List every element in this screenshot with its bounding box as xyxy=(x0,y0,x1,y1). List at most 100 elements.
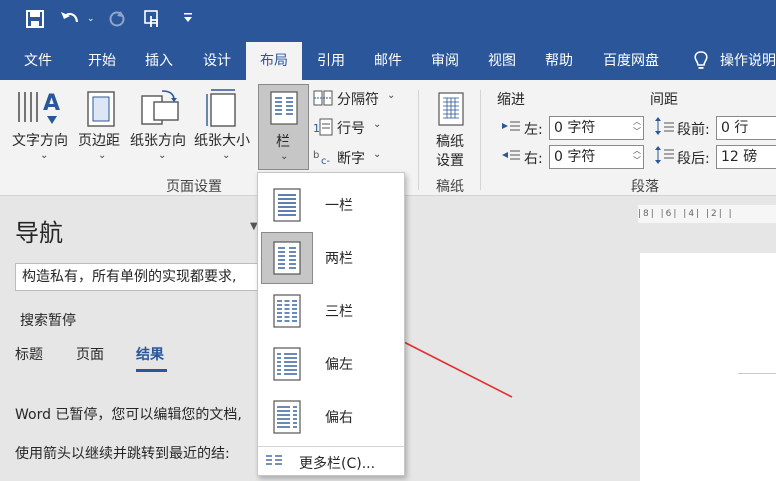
tab-mailings[interactable]: 邮件 xyxy=(360,42,416,80)
nav-search-status: 搜索暂停 xyxy=(20,313,76,329)
three-columns-icon xyxy=(261,285,313,337)
chevron-down-icon[interactable]: ⌄ xyxy=(387,90,395,101)
group-separator xyxy=(418,90,419,190)
tab-layout[interactable]: 布局 xyxy=(246,42,302,80)
nav-title: 导航 xyxy=(15,219,63,247)
indent-right-label: 右: xyxy=(524,151,543,167)
breaks-icon[interactable] xyxy=(313,90,333,110)
spinner-arrows-icon[interactable]: ︿ ﹀ xyxy=(633,146,641,166)
undo-dropdown-icon[interactable]: ⌄ xyxy=(87,14,95,24)
line-numbers-button[interactable]: 行号 xyxy=(337,118,365,138)
manuscript-icon[interactable] xyxy=(438,92,464,130)
chevron-down-icon[interactable]: ⌄ xyxy=(98,150,106,161)
spacing-before-input[interactable]: 0 行 xyxy=(716,116,776,140)
tab-file[interactable]: 文件 xyxy=(10,42,66,80)
tab-review[interactable]: 审阅 xyxy=(417,42,473,80)
orientation-button[interactable]: 纸张方向 xyxy=(130,130,186,150)
chevron-down-icon[interactable]: ⌄ xyxy=(373,119,381,130)
svg-text:b: b xyxy=(313,150,319,161)
nav-message-hint: 使用箭头以继续并跳转到最近的结: xyxy=(15,446,230,462)
svg-text:c-: c- xyxy=(321,156,330,166)
tab-view[interactable]: 视图 xyxy=(474,42,530,80)
hyphenation-button[interactable]: 断字 xyxy=(337,148,365,168)
menu-divider xyxy=(258,446,404,447)
redo-icon[interactable] xyxy=(108,10,126,28)
chevron-down-icon: ⌄ xyxy=(280,151,289,162)
menu-item-three-columns[interactable]: 三栏 xyxy=(261,285,403,337)
indent-right-input[interactable]: 0 字符 ︿ ﹀ xyxy=(549,145,644,169)
ribbon-tabs: 文件 开始 插入 设计 布局 引用 邮件 审阅 视图 帮助 百度网盘 操作说明 xyxy=(0,42,776,80)
spacing-before-icon xyxy=(654,116,674,140)
indent-heading: 缩进 xyxy=(497,92,525,108)
one-column-icon xyxy=(261,179,313,231)
columns-label: 栏 xyxy=(276,134,290,150)
spacing-after-icon xyxy=(654,145,674,169)
chevron-down-icon[interactable]: ⌄ xyxy=(158,150,166,161)
page-size-icon[interactable] xyxy=(205,88,241,132)
left-column-icon xyxy=(261,338,313,390)
more-columns-label: 更多栏(C)... xyxy=(299,456,376,472)
two-columns-icon xyxy=(261,232,313,284)
horizontal-ruler[interactable]: |8| |6| |4| |2| | xyxy=(638,205,776,223)
menu-item-two-columns[interactable]: 两栏 xyxy=(261,232,403,284)
breaks-button[interactable]: 分隔符 xyxy=(337,89,379,109)
line-numbers-icon[interactable]: 1 xyxy=(313,118,333,140)
page-margin-mark xyxy=(738,373,776,374)
nav-tab-results[interactable]: 结果 xyxy=(136,344,164,364)
text-direction-button[interactable]: 文字方向 xyxy=(12,130,68,150)
right-column-icon xyxy=(261,391,313,443)
nav-search-input[interactable]: 构造私有，所有单例的实现都要求, xyxy=(15,263,280,291)
tab-design[interactable]: 设计 xyxy=(189,42,245,80)
menu-item-right[interactable]: 偏右 xyxy=(261,391,403,443)
columns-dropdown-menu: 一栏 两栏 三栏 偏左 偏右 更多栏(C)... xyxy=(257,172,405,476)
spinner-arrows-icon[interactable]: ︿ ﹀ xyxy=(633,117,641,137)
indent-right-icon xyxy=(502,148,520,167)
tab-insert[interactable]: 插入 xyxy=(131,42,187,80)
orientation-icon[interactable] xyxy=(140,88,180,132)
customize-icon[interactable] xyxy=(183,12,193,24)
group-label-manuscript: 稿纸 xyxy=(436,179,464,195)
menu-item-one-column[interactable]: 一栏 xyxy=(261,179,403,231)
text-direction-icon[interactable]: A xyxy=(15,88,65,132)
touch-mode-icon[interactable] xyxy=(143,10,163,30)
nav-message-paused: Word 已暂停，您可以编辑您的文档, xyxy=(15,407,242,423)
hyphenation-icon[interactable]: b c- xyxy=(312,146,334,170)
chevron-down-icon[interactable]: ⌄ xyxy=(373,149,381,160)
svg-text:A: A xyxy=(43,91,60,116)
group-separator xyxy=(480,90,481,190)
tell-me-box[interactable]: 操作说明 xyxy=(720,42,776,80)
chevron-down-icon[interactable]: ⌄ xyxy=(222,150,230,161)
active-tab-underline xyxy=(136,369,167,372)
document-page[interactable] xyxy=(640,253,776,481)
tab-baidu-netdisk[interactable]: 百度网盘 xyxy=(592,42,670,80)
indent-left-label: 左: xyxy=(524,122,543,138)
lightbulb-icon[interactable] xyxy=(694,51,708,75)
page-size-button[interactable]: 纸张大小 xyxy=(194,130,250,150)
spacing-after-input[interactable]: 12 磅 xyxy=(716,145,776,169)
tab-help[interactable]: 帮助 xyxy=(531,42,587,80)
menu-item-left[interactable]: 偏左 xyxy=(261,338,403,390)
menu-item-more-columns[interactable]: 更多栏(C)... xyxy=(261,450,403,474)
save-icon[interactable] xyxy=(26,10,44,28)
chevron-down-icon[interactable]: ⌄ xyxy=(40,150,48,161)
undo-icon[interactable] xyxy=(60,10,80,28)
margins-icon[interactable] xyxy=(86,90,116,132)
manuscript-button-line2[interactable]: 设置 xyxy=(436,150,464,170)
columns-button[interactable]: 栏 ⌄ xyxy=(258,84,309,170)
indent-left-input[interactable]: 0 字符 ︿ ﹀ xyxy=(549,116,644,140)
manuscript-button[interactable]: 稿纸 xyxy=(436,131,464,151)
indent-left-icon xyxy=(502,119,520,138)
spacing-heading: 间距 xyxy=(650,92,678,108)
margins-button[interactable]: 页边距 xyxy=(78,130,120,150)
tab-home[interactable]: 开始 xyxy=(74,42,130,80)
svg-text:1: 1 xyxy=(313,122,320,135)
tab-references[interactable]: 引用 xyxy=(303,42,359,80)
group-label-page-setup: 页面设置 xyxy=(166,179,222,195)
spacing-before-label: 段前: xyxy=(677,122,710,138)
nav-tab-pages[interactable]: 页面 xyxy=(76,344,104,364)
title-bar: ⌄ xyxy=(0,0,776,42)
group-label-paragraph: 段落 xyxy=(631,179,659,195)
spacing-after-label: 段后: xyxy=(677,151,710,167)
more-columns-icon xyxy=(266,455,282,465)
nav-tab-headings[interactable]: 标题 xyxy=(15,344,43,364)
